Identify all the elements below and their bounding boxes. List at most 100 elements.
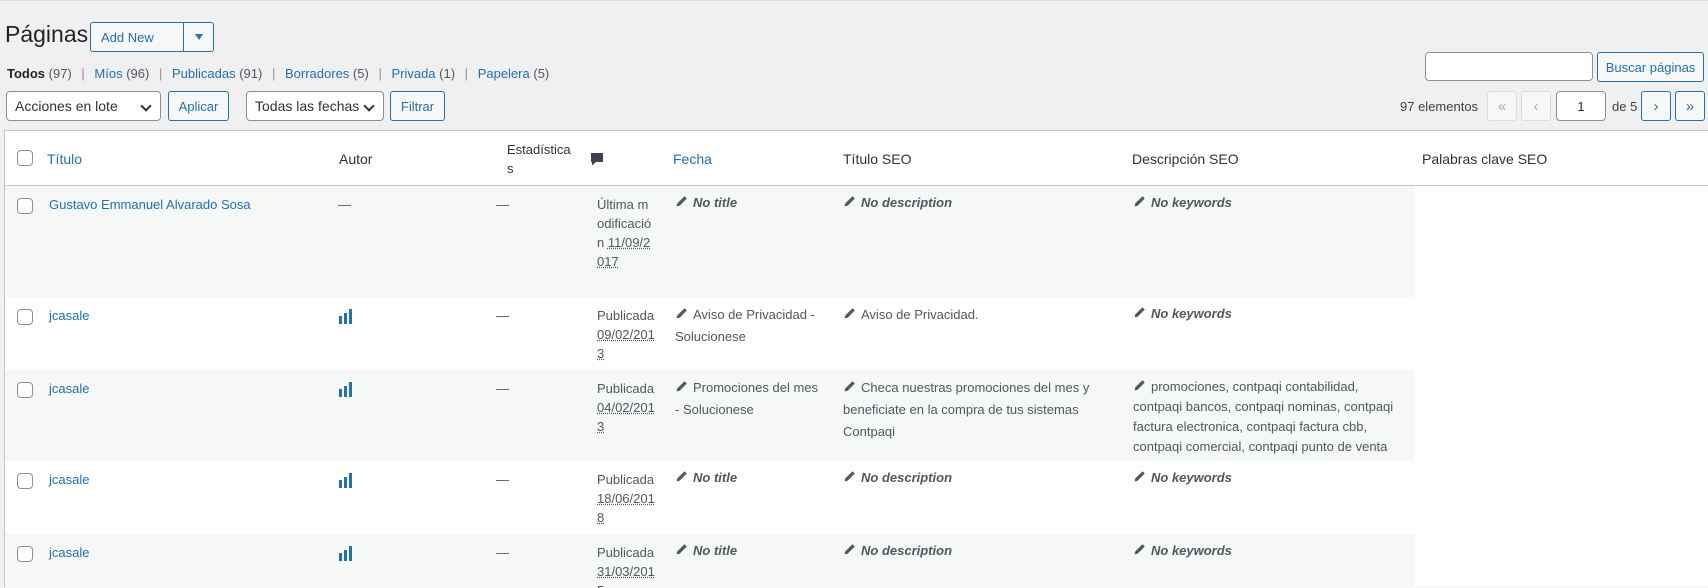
row-checkbox[interactable] xyxy=(17,546,33,562)
row-checkbox[interactable] xyxy=(17,473,33,489)
status-filter-links: Todos (97) | Míos (96) | Publicadas (91)… xyxy=(7,66,549,81)
total-pages: de 5 xyxy=(1612,99,1638,114)
column-seo-description: Descripción SEO xyxy=(1132,150,1239,167)
dates-filter-value: Todas las fechas xyxy=(255,98,360,114)
first-page-button[interactable]: « xyxy=(1487,91,1517,121)
row-seo-title: Aviso de Privacidad - Solucionese xyxy=(675,307,815,344)
add-new-label[interactable]: Add New xyxy=(91,23,183,51)
column-title[interactable]: Título xyxy=(47,131,82,186)
pencil-icon xyxy=(844,196,855,207)
row-seo-title: No title xyxy=(675,467,825,489)
column-date[interactable]: Fecha xyxy=(673,131,712,186)
stats-bar-icon[interactable] xyxy=(339,545,357,561)
stats-bar-icon[interactable] xyxy=(339,381,357,397)
apply-button[interactable]: Aplicar xyxy=(168,91,229,121)
table-row: Gustavo Emmanuel Alvarado Sosa — — Últim… xyxy=(5,186,1414,297)
table-header: Título Autor Estadística s Fecha Título … xyxy=(5,131,1708,186)
row-seo-title: No title xyxy=(675,540,825,562)
search-pages-button[interactable]: Buscar páginas xyxy=(1597,52,1704,82)
filter-trash[interactable]: Papelera (5) xyxy=(478,66,550,81)
row-checkbox[interactable] xyxy=(17,309,33,325)
filter-all[interactable]: Todos (97) xyxy=(7,66,72,81)
row-date-status: Publicada xyxy=(597,381,655,396)
filter-separator: | xyxy=(271,66,276,81)
stats-bar-icon[interactable] xyxy=(339,308,357,324)
row-date-value: 04/02/2013 xyxy=(597,400,655,434)
chevron-down-icon xyxy=(140,100,152,112)
pencil-icon xyxy=(844,544,855,555)
row-seo-description: No description xyxy=(843,467,1113,489)
row-date-status: Publicada xyxy=(597,472,655,487)
row-date-status: Publicada xyxy=(597,308,655,323)
select-all-checkbox[interactable] xyxy=(17,150,33,166)
pencil-icon xyxy=(1134,307,1145,318)
prev-page-button[interactable]: ‹ xyxy=(1521,91,1551,121)
table-row: jcasale — Publicada 09/02/2013 Aviso de … xyxy=(5,297,1414,370)
pages-table: Título Autor Estadística s Fecha Título … xyxy=(4,130,1708,588)
pencil-icon xyxy=(676,196,687,207)
row-seo-keywords: No keywords xyxy=(1133,540,1403,562)
filter-published[interactable]: Publicadas (91) xyxy=(172,66,262,81)
row-seo-description: Aviso de Privacidad. xyxy=(843,304,1113,326)
admin-page: Páginas Add New Todos (97) | Míos (96) |… xyxy=(0,0,1708,588)
bulk-actions-value: Acciones en lote xyxy=(15,98,118,114)
filter-drafts[interactable]: Borradores (5) xyxy=(285,66,369,81)
add-new-button[interactable]: Add New xyxy=(90,22,214,52)
pencil-icon xyxy=(676,308,687,319)
row-title-link[interactable]: jcasale xyxy=(49,543,89,562)
row-date: Publicada 04/02/2013 xyxy=(597,379,655,436)
row-author: — xyxy=(338,197,351,212)
stats-bar-icon[interactable] xyxy=(339,472,357,488)
row-stats: — xyxy=(496,381,509,396)
row-date: Publicada 09/02/2013 xyxy=(597,306,655,363)
row-seo-description: Checa nuestras promociones del mes y ben… xyxy=(843,380,1090,439)
row-date: Publicada 18/06/2018 xyxy=(597,470,655,527)
caret-down-icon xyxy=(194,34,203,40)
filter-separator: | xyxy=(158,66,163,81)
row-title-link[interactable]: jcasale xyxy=(49,306,89,325)
column-stats: Estadística s xyxy=(507,131,571,186)
add-new-dropdown-toggle[interactable] xyxy=(183,23,213,51)
row-seo-title: Promociones del mes - Solucionese xyxy=(675,380,818,417)
filter-mine[interactable]: Míos (96) xyxy=(94,66,149,81)
search-input[interactable] xyxy=(1425,52,1593,81)
filter-button[interactable]: Filtrar xyxy=(390,91,445,121)
row-checkbox[interactable] xyxy=(17,198,33,214)
pencil-icon xyxy=(844,308,855,319)
row-title-link[interactable]: Gustavo Emmanuel Alvarado Sosa xyxy=(49,195,251,214)
row-date: Última modificación 11/09/2017 xyxy=(597,195,655,271)
row-title-link[interactable]: jcasale xyxy=(49,379,89,398)
column-stats-line1: Estadística xyxy=(507,141,571,157)
last-page-button[interactable]: » xyxy=(1675,91,1705,121)
dates-filter-select[interactable]: Todas las fechas xyxy=(246,91,384,121)
bulk-actions-select[interactable]: Acciones en lote xyxy=(6,91,161,121)
top-divider xyxy=(0,0,1708,1)
row-date: Publicada 31/03/2015 xyxy=(597,543,655,588)
row-checkbox[interactable] xyxy=(17,382,33,398)
row-stats: — xyxy=(496,545,509,560)
filter-separator: | xyxy=(378,66,382,81)
current-page-input[interactable]: 1 xyxy=(1556,91,1606,121)
row-date-value: 18/06/2018 xyxy=(597,491,655,525)
row-seo-description: No description xyxy=(843,192,1113,214)
items-count: 97 elementos xyxy=(1400,99,1479,114)
column-seo-keywords: Palabras clave SEO xyxy=(1422,150,1548,167)
row-seo-description: No description xyxy=(843,540,1113,562)
page-title: Páginas xyxy=(5,21,89,47)
pencil-icon xyxy=(1134,544,1145,555)
table-row: jcasale — Publicada 04/02/2013 Promocion… xyxy=(5,370,1414,461)
pencil-icon xyxy=(844,381,855,392)
filter-private[interactable]: Privada (1) xyxy=(391,66,455,81)
filter-separator: | xyxy=(464,66,469,81)
table-row: jcasale — Publicada 31/03/2015 No title … xyxy=(5,534,1414,588)
pencil-icon xyxy=(676,544,687,555)
row-date-value: 31/03/2015 xyxy=(597,564,655,588)
chevron-down-icon xyxy=(363,100,375,112)
row-title-link[interactable]: jcasale xyxy=(49,470,89,489)
next-page-button[interactable]: › xyxy=(1641,91,1671,121)
row-date-value: 11/09/2017 xyxy=(597,235,651,269)
row-date-status: Publicada xyxy=(597,545,655,560)
pencil-icon xyxy=(1134,196,1145,207)
column-seo-title: Título SEO xyxy=(843,150,912,167)
row-seo-keywords: No keywords xyxy=(1133,467,1403,489)
